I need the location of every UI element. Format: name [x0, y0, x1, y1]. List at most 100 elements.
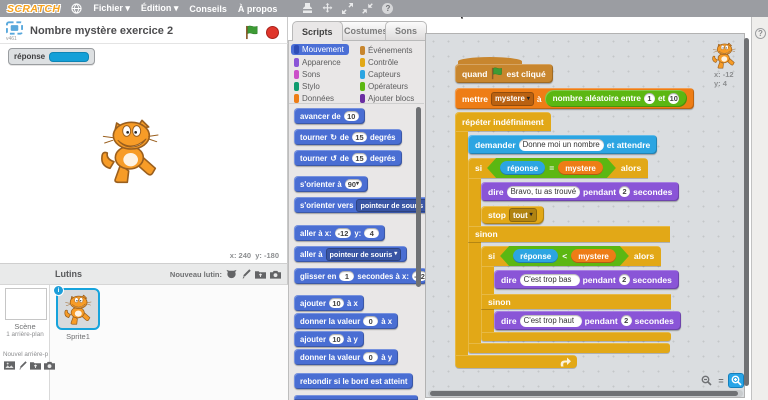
sprite-info-icon[interactable]: i [53, 285, 64, 296]
block-aller-a[interactable]: aller à pointeur de souris▾ [294, 246, 407, 262]
block-stop[interactable]: stop tout▾ [481, 206, 544, 224]
category-sensing[interactable]: Capteurs [360, 70, 400, 79]
block-donner-y[interactable]: donner la valeur0à y [294, 349, 398, 365]
zoom-in-icon [731, 375, 742, 386]
tab-scripts[interactable]: Scripts [292, 21, 343, 41]
reporter-mystere[interactable]: mystere [558, 161, 603, 175]
watcher-label: réponse [14, 52, 45, 61]
ask-text-field[interactable]: Donne moi un nombre [519, 139, 604, 151]
category-events[interactable]: Événements [360, 46, 412, 55]
menu-file[interactable]: Fichier ▾ [93, 3, 130, 14]
sprites-header-label: Lutins [55, 269, 82, 279]
menu-about[interactable]: À propos [238, 4, 278, 14]
block-donner-x[interactable]: donner la valeur0à x [294, 313, 398, 329]
condition-inferieur[interactable]: réponse < mystere [500, 246, 629, 266]
menu-bar: SCRATCH Fichier ▾ Édition ▾ Conseils À p… [0, 0, 768, 17]
script-horizontal-scrollbar[interactable] [428, 390, 743, 397]
stage[interactable]: réponse x: 240 y: -180 [0, 44, 288, 263]
category-more-blocks[interactable]: Ajouter blocs [360, 94, 414, 103]
paint-backdrop-icon[interactable] [18, 361, 27, 370]
block-nombre-aleatoire[interactable]: nombre aléatoire entre 1 et 10 [545, 90, 688, 107]
category-pen[interactable]: Stylo [294, 82, 320, 91]
block-repeter-indefiniment[interactable]: répéter indéfiniment [455, 112, 551, 131]
camera-sprite-icon[interactable] [270, 270, 281, 279]
category-control[interactable]: Contrôle [360, 58, 398, 67]
category-looks[interactable]: Apparence [294, 58, 341, 67]
palette-scrollbar[interactable] [416, 107, 421, 287]
if2-else-bar: sinon [481, 294, 671, 309]
block-tourner-droite[interactable]: tourner ↻ de 15 degrés [294, 129, 402, 145]
sprite1-thumbnail[interactable] [56, 288, 100, 330]
menu-tips[interactable]: Conseils [189, 4, 227, 14]
tab-sounds[interactable]: Sons [385, 21, 427, 40]
sprite1-name-label: Sprite1 [56, 332, 100, 341]
zoom-in-button[interactable] [729, 374, 743, 387]
block-rebondir[interactable]: rebondir si le bord est atteint [294, 373, 413, 389]
block-dire-bravo[interactable]: dire Bravo, tu as trouvé pendant 2 secon… [481, 182, 679, 201]
condition-egal[interactable]: réponse = mystere [487, 158, 616, 178]
category-data[interactable]: Données [294, 94, 334, 103]
block-partial[interactable] [294, 395, 418, 400]
block-tourner-gauche[interactable]: tourner ↺ de 15 degrés [294, 150, 402, 166]
block-demander[interactable]: demander Donne moi un nombre et attendre [468, 135, 657, 154]
block-dire-trop-bas[interactable]: dire C'est trop bas pendant 2 secondes [494, 270, 679, 289]
zoom-controls: = [699, 374, 743, 387]
rotate-ccw-icon: ↺ [330, 154, 337, 163]
block-ajouter-x[interactable]: ajouter10à x [294, 295, 364, 311]
new-sprite-label: Nouveau lutin: [170, 270, 222, 279]
scratch-logo[interactable]: SCRATCH [7, 3, 60, 15]
block-help-icon[interactable]: ? [382, 3, 393, 14]
reporter-reponse[interactable]: réponse [500, 161, 545, 175]
sprite1-cat-image [63, 293, 93, 326]
tips-panel[interactable]: ? [751, 17, 768, 400]
menu-edit[interactable]: Édition ▾ [141, 3, 179, 14]
stop-button[interactable] [266, 26, 279, 39]
language-globe-icon[interactable] [71, 3, 82, 14]
camera-backdrop-icon[interactable] [44, 361, 55, 370]
delete-cursor-icon[interactable] [322, 3, 333, 14]
block-ajouter-y[interactable]: ajouter10à y [294, 331, 364, 347]
block-glisser[interactable]: glisser en 1 secondes à x: -12 y: [294, 268, 427, 284]
duplicate-stamp-icon[interactable] [302, 3, 313, 14]
say-text-field[interactable]: Bravo, tu as trouvé [507, 186, 580, 198]
grow-sprite-icon[interactable] [342, 3, 353, 14]
zoom-reset-button[interactable]: = [714, 374, 728, 387]
scratch-editor: SCRATCH Fichier ▾ Édition ▾ Conseils À p… [0, 0, 768, 400]
say-text-field[interactable]: C'est trop haut [520, 315, 582, 327]
category-sound[interactable]: Sons [294, 70, 320, 79]
reporter-reponse[interactable]: réponse [513, 249, 558, 263]
answer-watcher[interactable]: réponse [8, 48, 95, 65]
zoom-out-button[interactable] [699, 374, 713, 387]
green-flag-button[interactable] [245, 25, 260, 40]
sprite-library-icon[interactable] [226, 269, 237, 279]
paint-sprite-icon[interactable] [241, 269, 251, 279]
script-vertical-scrollbar[interactable] [744, 38, 749, 386]
cat-sprite-on-stage[interactable] [98, 116, 162, 186]
category-motion[interactable]: Mouvement [291, 44, 349, 55]
sprite-panel-header: Lutins Nouveau lutin: [0, 263, 288, 285]
stage-size-icon[interactable] [6, 21, 23, 35]
block-avancer[interactable]: avancer de10 [294, 108, 365, 124]
stop-dropdown[interactable]: tout▾ [509, 208, 537, 222]
block-si-egal[interactable]: si réponse = mystere alors [468, 158, 648, 178]
reporter-mystere[interactable]: mystere [571, 249, 616, 263]
category-operators[interactable]: Opérateurs [360, 82, 408, 91]
variable-dropdown[interactable]: mystere▾ [491, 92, 534, 106]
upload-backdrop-icon[interactable] [30, 361, 41, 370]
tips-help-icon[interactable]: ? [755, 28, 766, 39]
scrollbar-thumb[interactable] [430, 391, 738, 396]
block-mettre-mystere[interactable]: mettre mystere▾ à nombre aléatoire entre… [455, 88, 694, 109]
block-sorienter-a[interactable]: s'orienter à 90▾ [294, 176, 368, 192]
new-backdrop-label: Nouvel arrière-plan: [3, 351, 48, 358]
scene-label: Scène [0, 322, 50, 331]
block-quand-drapeau[interactable]: quand est cliqué [455, 64, 553, 83]
upload-sprite-icon[interactable] [255, 270, 266, 279]
stage-thumbnail[interactable] [5, 288, 47, 320]
loop-arrow-icon [559, 357, 571, 367]
say-text-field[interactable]: C'est trop bas [520, 274, 580, 286]
backdrop-library-icon[interactable] [4, 361, 15, 370]
shrink-sprite-icon[interactable] [362, 3, 373, 14]
block-si-inferieur[interactable]: si réponse < mystere alors [481, 246, 661, 266]
block-aller-a-xy[interactable]: aller à x: -12 y: 4 [294, 225, 385, 241]
block-dire-trop-haut[interactable]: dire C'est trop haut pendant 2 secondes [494, 311, 681, 330]
